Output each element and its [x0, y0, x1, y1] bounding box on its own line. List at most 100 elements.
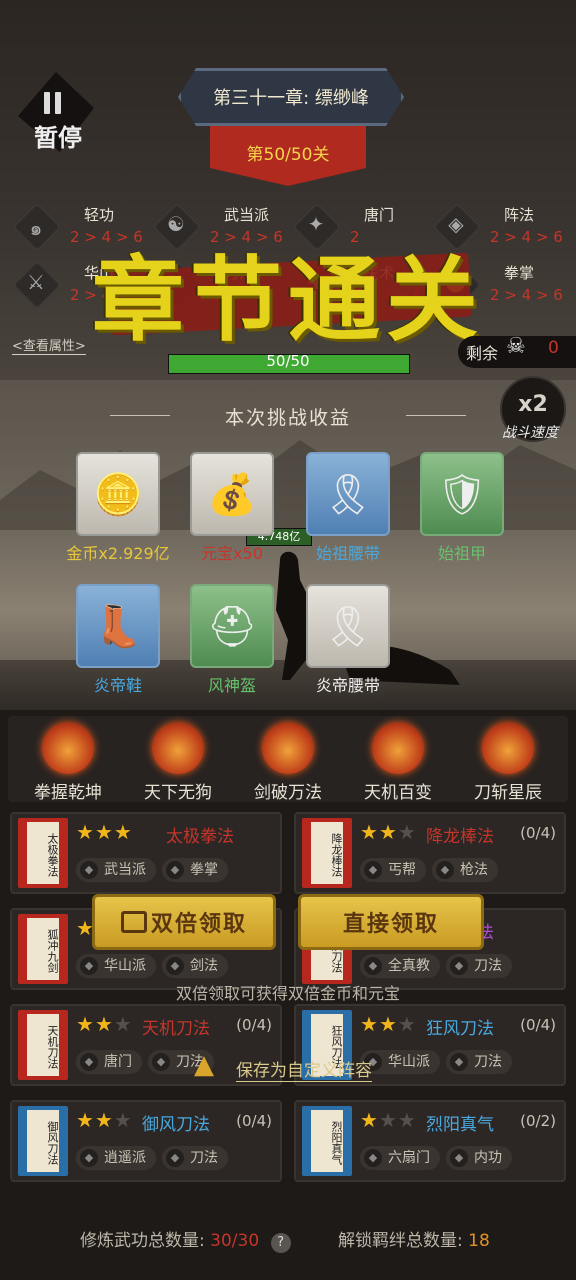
coins-icon: 🪙 — [93, 471, 143, 518]
bond-value: 18 — [468, 1231, 490, 1251]
tag-icon: ◆ — [364, 861, 382, 879]
tag-list: ◆ 丐帮 ◆ 枪法 — [360, 858, 504, 882]
scroll-book-icon: 降龙棒法 — [302, 818, 352, 888]
skill-4[interactable]: 刀斩星辰 — [456, 722, 560, 803]
reward-name: 始祖腰带 — [315, 544, 380, 563]
skill-name: 刀斩星辰 — [474, 783, 542, 803]
tag-icon: ◆ — [166, 1149, 184, 1167]
ingot-icon: 💰 — [207, 471, 257, 518]
tag-icon: ◆ — [450, 1053, 468, 1071]
tag-icon: ◆ — [450, 957, 468, 975]
martial-art-progress: (0/4) — [236, 1016, 272, 1034]
star-icon: ★ — [378, 1108, 398, 1132]
star-icon: ★ — [113, 1108, 133, 1132]
faction-name: 武当派 — [224, 206, 270, 224]
tag-icon: ◆ — [152, 1053, 170, 1071]
star-icon: ★ — [94, 820, 114, 844]
tag-icon: ◆ — [450, 1149, 468, 1167]
skill-icon — [482, 722, 534, 774]
double-claim-hint: 双倍领取可获得双倍金币和元宝 — [175, 984, 400, 1003]
skill-2[interactable]: 剑破万法 — [236, 722, 340, 803]
martial-art-progress: (0/2) — [520, 1112, 556, 1130]
martial-art-progress: (0/4) — [236, 1112, 272, 1130]
reward-item-1[interactable]: 💰 — [190, 452, 274, 536]
faction-tag: ◆ 剑法 — [162, 954, 228, 978]
direct-claim-button[interactable]: 直接领取 — [298, 894, 484, 950]
book-title: 烈阳真气 — [311, 1110, 343, 1172]
star-rating: ★★★ — [360, 1012, 417, 1036]
tag-icon: ◆ — [364, 1149, 382, 1167]
star-rating: ★★★ — [76, 1108, 133, 1132]
star-icon: ★ — [360, 820, 379, 844]
martial-art-progress: (0/4) — [520, 824, 556, 842]
pause-label: 暂停 — [34, 124, 82, 152]
tag-icon: ◆ — [436, 861, 454, 879]
help-icon[interactable]: ? — [270, 1233, 291, 1253]
tag-list: ◆ 全真教 ◆ 刀法 — [360, 954, 518, 978]
star-icon: ★ — [94, 1012, 114, 1036]
martial-art-card[interactable]: 降龙棒法 ★★★ 降龙棒法 (0/4) ◆ 丐帮 ◆ 枪法 — [294, 812, 566, 894]
martial-art-progress: (0/4) — [520, 1016, 556, 1034]
tag-icon: ◆ — [80, 861, 98, 879]
reward-item-2[interactable]: 🎗 — [306, 452, 390, 536]
reward-item-0[interactable]: 🪙 — [76, 452, 160, 536]
skill-name: 天机百变 — [364, 783, 432, 803]
armor-icon: 🛡 — [436, 471, 488, 518]
martial-art-title: 烈阳真气 — [426, 1115, 494, 1135]
pause-icon — [44, 92, 68, 114]
star-icon: ★ — [378, 1012, 398, 1036]
view-attributes-link[interactable]: <查看属性> — [12, 335, 86, 355]
save-lineup-link[interactable]: 保存为自定义阵容 — [236, 1056, 372, 1082]
martial-art-card[interactable]: 太极拳法 ★★★ 太极拳法 ◆ 武当派 ◆ 拳掌 — [10, 812, 282, 894]
skill-name: 天下无狗 — [144, 783, 212, 803]
double-claim-button[interactable]: 双倍领取 — [92, 894, 276, 950]
reward-name: 元宝x50 — [201, 544, 263, 563]
reward-item-5[interactable]: ⛑ — [190, 584, 274, 668]
skull-icon: ☠ — [506, 334, 526, 359]
star-icon: ★ — [378, 820, 398, 844]
belt-icon: 🎗 — [322, 471, 374, 518]
star-icon: ★ — [397, 820, 417, 844]
reward-name: 始祖甲 — [437, 544, 486, 563]
star-icon: ★ — [113, 1012, 133, 1036]
reward-name: 金币x2.929亿 — [66, 544, 170, 563]
reward-item-3[interactable]: 🛡 — [420, 452, 504, 536]
tag-list: ◆ 逍遥派 ◆ 刀法 — [76, 1146, 234, 1170]
faction-tag: ◆ 刀法 — [446, 1050, 512, 1074]
martial-art-card[interactable]: 御风刀法 ★★★ 御风刀法 (0/4) ◆ 逍遥派 ◆ 刀法 — [10, 1100, 282, 1182]
skill-1[interactable]: 天下无狗 — [126, 722, 230, 803]
faction-tag: ◆ 逍遥派 — [76, 1146, 156, 1170]
faction-name: 阵法 — [504, 206, 535, 224]
star-rating: ★★★ — [76, 1012, 133, 1036]
star-icon: ★ — [76, 1108, 95, 1132]
martial-art-title: 天机刀法 — [142, 1019, 210, 1039]
practice-count: 修炼武功总数量: 30/30 ? — [80, 1226, 291, 1253]
scroll-book-icon: 太极拳法 — [18, 818, 68, 888]
remaining-label: 剩余 — [466, 344, 499, 363]
star-icon: ★ — [76, 1012, 95, 1036]
battle-speed-value: x2 — [518, 392, 548, 417]
reward-item-4[interactable]: 👢 — [76, 584, 160, 668]
skill-3[interactable]: 天机百变 — [346, 722, 450, 803]
faction-tag: ◆ 拳掌 — [162, 858, 228, 882]
skill-name: 拳握乾坤 — [34, 783, 102, 803]
faction-name: 轻功 — [84, 206, 115, 224]
book-title: 天机刀法 — [27, 1014, 59, 1076]
remaining-value: 0 — [548, 338, 559, 358]
tag-icon: ◆ — [80, 1149, 98, 1167]
video-icon — [120, 911, 147, 933]
book-title: 降龙棒法 — [311, 822, 343, 884]
practice-label: 修炼武功总数量: — [80, 1231, 205, 1251]
martial-art-card[interactable]: 烈阳真气 ★★★ 烈阳真气 (0/2) ◆ 六扇门 ◆ 内功 — [294, 1100, 566, 1182]
reward-name: 炎帝鞋 — [93, 676, 142, 695]
reward-item-6[interactable]: 🎗 — [306, 584, 390, 668]
martial-art-title: 御风刀法 — [142, 1115, 210, 1135]
book-title: 御风刀法 — [27, 1110, 59, 1172]
skill-0[interactable]: 拳握乾坤 — [16, 722, 120, 803]
lineup-icon: ▲ — [194, 1050, 214, 1080]
tag-icon: ◆ — [166, 957, 184, 975]
tag-icon: ◆ — [80, 1053, 98, 1071]
reward-heading: 本次挑战收益 — [110, 403, 466, 430]
martial-art-title: 降龙棒法 — [426, 827, 494, 847]
star-icon: ★ — [397, 1108, 417, 1132]
